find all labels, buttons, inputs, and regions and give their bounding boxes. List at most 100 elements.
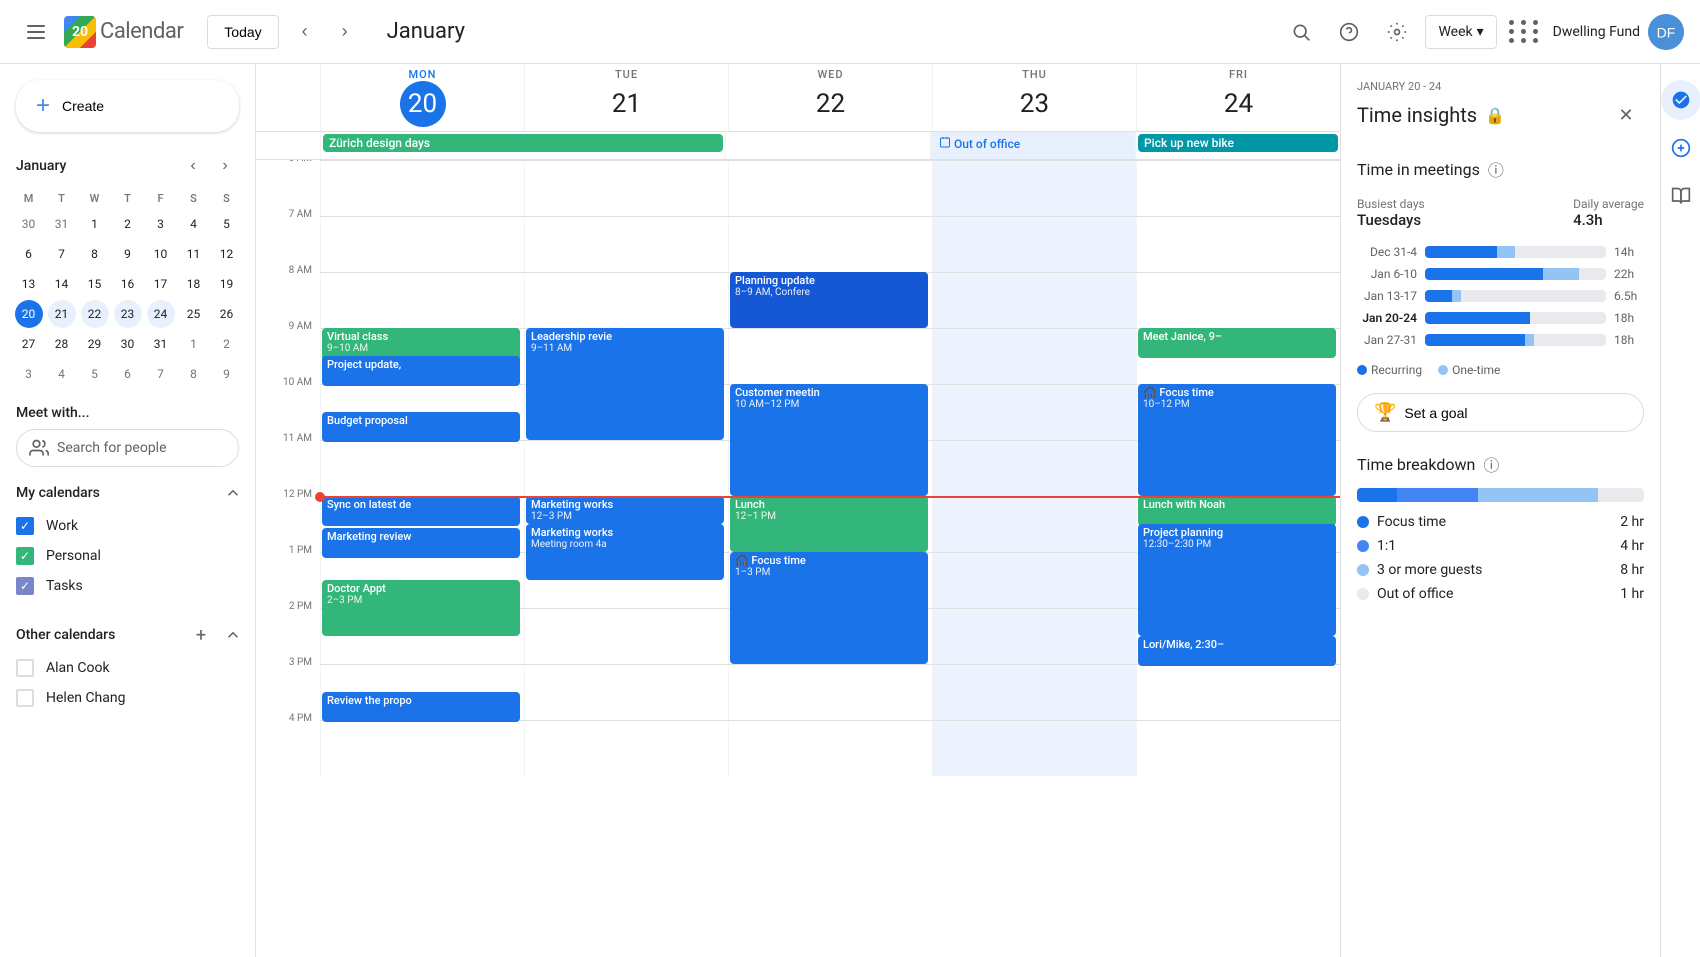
event-block[interactable]: Lori/Mike, 2:30–	[1138, 636, 1336, 666]
event-block[interactable]: Marketing review	[322, 528, 520, 558]
mini-cal-day[interactable]: 7	[48, 240, 76, 268]
allday-event-zurich[interactable]: Zürich design days	[323, 134, 723, 152]
mini-cal-day[interactable]: 4	[180, 210, 208, 238]
event-block[interactable]: Project planning12:30–2:30 PM	[1138, 524, 1336, 636]
event-block[interactable]: Lunch12–1 PM	[730, 496, 928, 552]
calendar-item-helen[interactable]: Helen Chang	[0, 683, 255, 713]
event-block[interactable]: Meet Janice, 9–	[1138, 328, 1336, 358]
mini-cal-next[interactable]: ›	[211, 152, 239, 180]
mini-cal-day[interactable]: 30	[15, 210, 43, 238]
day-header-wed[interactable]: WED 22	[728, 64, 932, 131]
prev-period-button[interactable]: ‹	[287, 14, 323, 50]
event-block[interactable]: Marketing worksMeeting room 4a	[526, 524, 724, 580]
event-block[interactable]: 🎧 Focus time10–12 PM	[1138, 384, 1336, 496]
mini-cal-day[interactable]: 14	[48, 270, 76, 298]
google-apps-button[interactable]	[1505, 12, 1545, 52]
mini-cal-day[interactable]: 18	[180, 270, 208, 298]
event-block[interactable]: Customer meetin10 AM–12 PM	[730, 384, 928, 496]
allday-event-bike[interactable]: Pick up new bike	[1138, 134, 1338, 152]
mini-cal-day[interactable]: 27	[15, 330, 43, 358]
event-block[interactable]: Lunch with Noah	[1138, 496, 1336, 526]
mini-cal-day[interactable]: 9	[213, 360, 241, 388]
mini-cal-day[interactable]: 1	[180, 330, 208, 358]
my-calendars-header[interactable]: My calendars	[0, 475, 255, 511]
personal-checkbox[interactable]: ✓	[16, 547, 34, 565]
mini-cal-day[interactable]: 2	[213, 330, 241, 358]
set-goal-button[interactable]: 🏆 Set a goal	[1357, 393, 1644, 432]
mini-cal-day[interactable]: 3	[147, 210, 175, 238]
mini-cal-day[interactable]: 4	[48, 360, 76, 388]
day-header-thu[interactable]: THU 23	[932, 64, 1136, 131]
day-header-tue[interactable]: TUE 21	[524, 64, 728, 131]
alan-checkbox[interactable]	[16, 659, 34, 677]
mini-cal-day[interactable]: 26	[213, 300, 241, 328]
side-icon-2[interactable]	[1661, 128, 1700, 168]
event-block[interactable]: Planning update8–9 AM, Confere	[730, 272, 928, 328]
close-insights-button[interactable]: ✕	[1608, 97, 1644, 133]
mini-cal-day[interactable]: 21	[48, 300, 76, 328]
event-block[interactable]: Budget proposal	[322, 412, 520, 442]
view-selector[interactable]: Week ▾	[1425, 15, 1496, 49]
mini-cal-day[interactable]: 5	[81, 360, 109, 388]
mini-cal-day[interactable]: 16	[114, 270, 142, 298]
side-icon-book[interactable]	[1661, 176, 1700, 216]
mini-cal-day[interactable]: 11	[180, 240, 208, 268]
work-checkbox[interactable]: ✓	[16, 517, 34, 535]
day-header-fri[interactable]: FRI 24	[1136, 64, 1340, 131]
mini-cal-day[interactable]: 23	[114, 300, 142, 328]
settings-button[interactable]	[1377, 12, 1417, 52]
helen-checkbox[interactable]	[16, 689, 34, 707]
mini-cal-day[interactable]: 30	[114, 330, 142, 358]
calendar-item-work[interactable]: ✓ Work	[0, 511, 255, 541]
mini-cal-day[interactable]: 6	[114, 360, 142, 388]
calendar-item-personal[interactable]: ✓ Personal	[0, 541, 255, 571]
mini-cal-day[interactable]: 8	[81, 240, 109, 268]
mini-cal-day[interactable]: 22	[81, 300, 109, 328]
mini-cal-day[interactable]: 13	[15, 270, 43, 298]
add-other-calendar-button[interactable]: +	[187, 621, 215, 649]
mini-cal-day[interactable]: 2	[114, 210, 142, 238]
my-calendars-toggle[interactable]	[219, 479, 247, 507]
mini-cal-day[interactable]: 8	[180, 360, 208, 388]
tasks-checkbox[interactable]: ✓	[16, 577, 34, 595]
day-header-mon[interactable]: MON 20	[320, 64, 524, 131]
event-block[interactable]: Marketing works12–3 PM	[526, 496, 724, 524]
mini-cal-day[interactable]: 28	[48, 330, 76, 358]
mini-cal-day[interactable]: 31	[147, 330, 175, 358]
mini-cal-day[interactable]: 5	[213, 210, 241, 238]
mini-cal-day[interactable]: 9	[114, 240, 142, 268]
event-block[interactable]: Review the propo	[322, 692, 520, 722]
create-button[interactable]: + Create	[16, 80, 239, 132]
mini-cal-prev[interactable]: ‹	[179, 152, 207, 180]
help-button[interactable]	[1329, 12, 1369, 52]
event-block[interactable]: Project update,	[322, 356, 520, 386]
mini-cal-today[interactable]: 20	[15, 300, 43, 328]
search-button[interactable]	[1281, 12, 1321, 52]
event-block[interactable]: Sync on latest de	[322, 496, 520, 526]
mini-cal-day[interactable]: 15	[81, 270, 109, 298]
mini-cal-day[interactable]: 12	[213, 240, 241, 268]
event-block[interactable]: Doctor Appt2–3 PM	[322, 580, 520, 636]
account-area[interactable]: Dwelling Fund DF	[1553, 14, 1684, 50]
mini-cal-day[interactable]: 24	[147, 300, 175, 328]
mini-cal-day[interactable]: 25	[180, 300, 208, 328]
hamburger-button[interactable]	[16, 12, 56, 52]
mini-cal-day[interactable]: 10	[147, 240, 175, 268]
side-icon-1[interactable]	[1661, 80, 1700, 120]
today-button[interactable]: Today	[207, 15, 278, 49]
calendar-item-alan[interactable]: Alan Cook	[0, 653, 255, 683]
mini-cal-day[interactable]: 1	[81, 210, 109, 238]
event-block[interactable]: 🎧 Focus time1–3 PM	[730, 552, 928, 664]
mini-cal-day[interactable]: 6	[15, 240, 43, 268]
other-calendars-toggle[interactable]	[219, 621, 247, 649]
calendar-item-tasks[interactable]: ✓ Tasks	[0, 571, 255, 601]
mini-cal-day[interactable]: 31	[48, 210, 76, 238]
people-search-field[interactable]: Search for people	[16, 429, 239, 467]
mini-cal-day[interactable]: 3	[15, 360, 43, 388]
mini-cal-day[interactable]: 7	[147, 360, 175, 388]
mini-cal-day[interactable]: 29	[81, 330, 109, 358]
next-period-button[interactable]: ›	[327, 14, 363, 50]
allday-event-ooo[interactable]: Out of office	[933, 134, 1133, 153]
mini-cal-day[interactable]: 19	[213, 270, 241, 298]
event-block[interactable]: Leadership revie9–11 AM	[526, 328, 724, 440]
